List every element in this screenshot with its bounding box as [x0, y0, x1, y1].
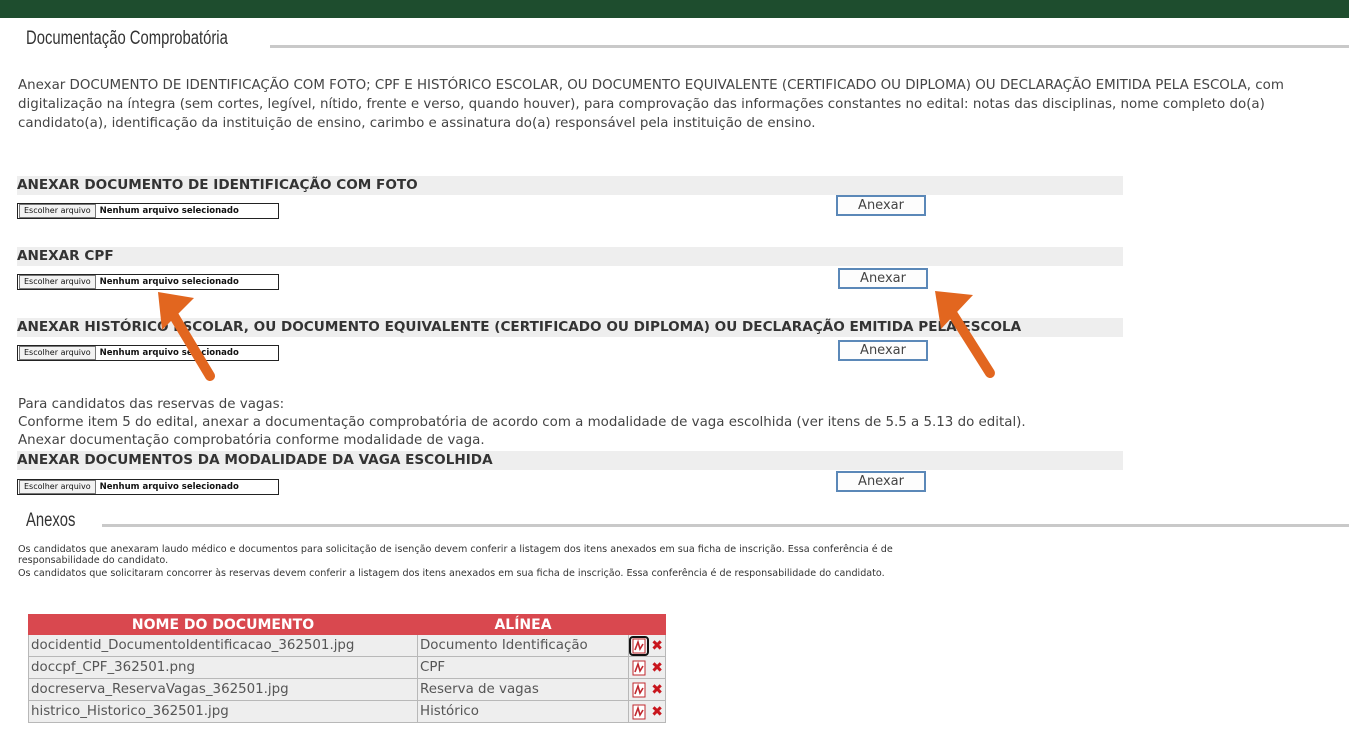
upload-label-modalidade: ANEXAR DOCUMENTOS DA MODALIDADE DA VAGA …	[17, 451, 1123, 470]
header-alinea: ALÍNEA	[417, 614, 629, 635]
delete-icon[interactable]: ✖	[651, 639, 663, 653]
arrow-annotation-left	[158, 292, 215, 381]
file-status: Nenhum arquivo selecionado	[99, 482, 239, 492]
anexar-button-cpf[interactable]: Anexar	[838, 268, 928, 289]
pdf-icon[interactable]	[631, 682, 647, 698]
anexar-button-identificacao[interactable]: Anexar	[836, 195, 926, 216]
arrow-annotation-right	[935, 291, 995, 378]
choose-file-button[interactable]: Escolher arquivo	[19, 480, 96, 494]
anexos-note-reservas: Os candidatos que solicitaram concorrer …	[18, 568, 885, 579]
row-actions: ✖	[627, 700, 667, 723]
delete-icon[interactable]: ✖	[651, 661, 663, 675]
section-divider	[102, 524, 1349, 527]
table-row: docidentid_DocumentoIdentificacao_362501…	[28, 634, 667, 657]
anexar-button-modalidade[interactable]: Anexar	[836, 471, 926, 492]
section-title-anexos: Anexos	[26, 510, 76, 531]
header-actions	[627, 614, 667, 635]
page-frame: Documentação Comprobatória Anexar DOCUME…	[0, 18, 1349, 749]
anexos-note-isencao: Os candidatos que anexaram laudo médico …	[18, 544, 893, 566]
choose-file-button[interactable]: Escolher arquivo	[19, 346, 96, 360]
pdf-icon[interactable]	[629, 635, 649, 656]
table-row: docreserva_ReservaVagas_362501.jpg Reser…	[28, 678, 667, 701]
upload-label-cpf: ANEXAR CPF	[17, 247, 1123, 266]
file-input-identificacao[interactable]: Escolher arquivo Nenhum arquivo selecion…	[17, 203, 279, 219]
document-alinea: Reserva de vagas	[417, 678, 629, 701]
intro-text: Anexar DOCUMENTO DE IDENTIFICAÇÃO COM FO…	[18, 78, 1284, 131]
anexar-button-historico[interactable]: Anexar	[838, 340, 928, 361]
file-input-historico[interactable]: Escolher arquivo Nenhum arquivo selecion…	[17, 345, 279, 361]
document-name: doccpf_CPF_362501.png	[28, 656, 418, 679]
delete-icon[interactable]: ✖	[651, 705, 663, 719]
row-actions: ✖	[627, 678, 667, 701]
document-name: histrico_Historico_362501.jpg	[28, 700, 418, 723]
reserva-heading: Para candidatos das reservas de vagas:	[18, 397, 285, 412]
document-name: docreserva_ReservaVagas_362501.jpg	[28, 678, 418, 701]
delete-icon[interactable]: ✖	[651, 683, 663, 697]
document-name: docidentid_DocumentoIdentificacao_362501…	[28, 634, 418, 657]
file-input-modalidade[interactable]: Escolher arquivo Nenhum arquivo selecion…	[17, 479, 279, 495]
choose-file-button[interactable]: Escolher arquivo	[19, 204, 96, 218]
reserva-instruction: Conforme item 5 do edital, anexar a docu…	[18, 415, 1026, 430]
file-status: Nenhum arquivo selecionado	[99, 206, 239, 216]
pdf-icon[interactable]	[631, 704, 647, 720]
row-actions: ✖	[627, 634, 667, 657]
document-alinea: CPF	[417, 656, 629, 679]
table-header-row: NOME DO DOCUMENTO ALÍNEA	[28, 614, 667, 635]
file-status: Nenhum arquivo selecionado	[99, 277, 239, 287]
document-alinea: Histórico	[417, 700, 629, 723]
table-row: doccpf_CPF_362501.png CPF ✖	[28, 656, 667, 679]
section-divider	[270, 45, 1349, 48]
choose-file-button[interactable]: Escolher arquivo	[19, 275, 96, 289]
table-row: histrico_Historico_362501.jpg Histórico …	[28, 700, 667, 723]
document-alinea: Documento Identificação	[417, 634, 629, 657]
section-title-documentacao: Documentação Comprobatória	[26, 28, 228, 49]
file-input-cpf[interactable]: Escolher arquivo Nenhum arquivo selecion…	[17, 274, 279, 290]
reserva-note: Anexar documentação comprobatória confor…	[18, 433, 485, 448]
upload-label-identificacao: ANEXAR DOCUMENTO DE IDENTIFICAÇÃO COM FO…	[17, 176, 1123, 195]
row-actions: ✖	[627, 656, 667, 679]
documents-table: NOME DO DOCUMENTO ALÍNEA docidentid_Docu…	[28, 614, 667, 723]
header-nome-documento: NOME DO DOCUMENTO	[28, 614, 418, 635]
pdf-icon[interactable]	[631, 660, 647, 676]
